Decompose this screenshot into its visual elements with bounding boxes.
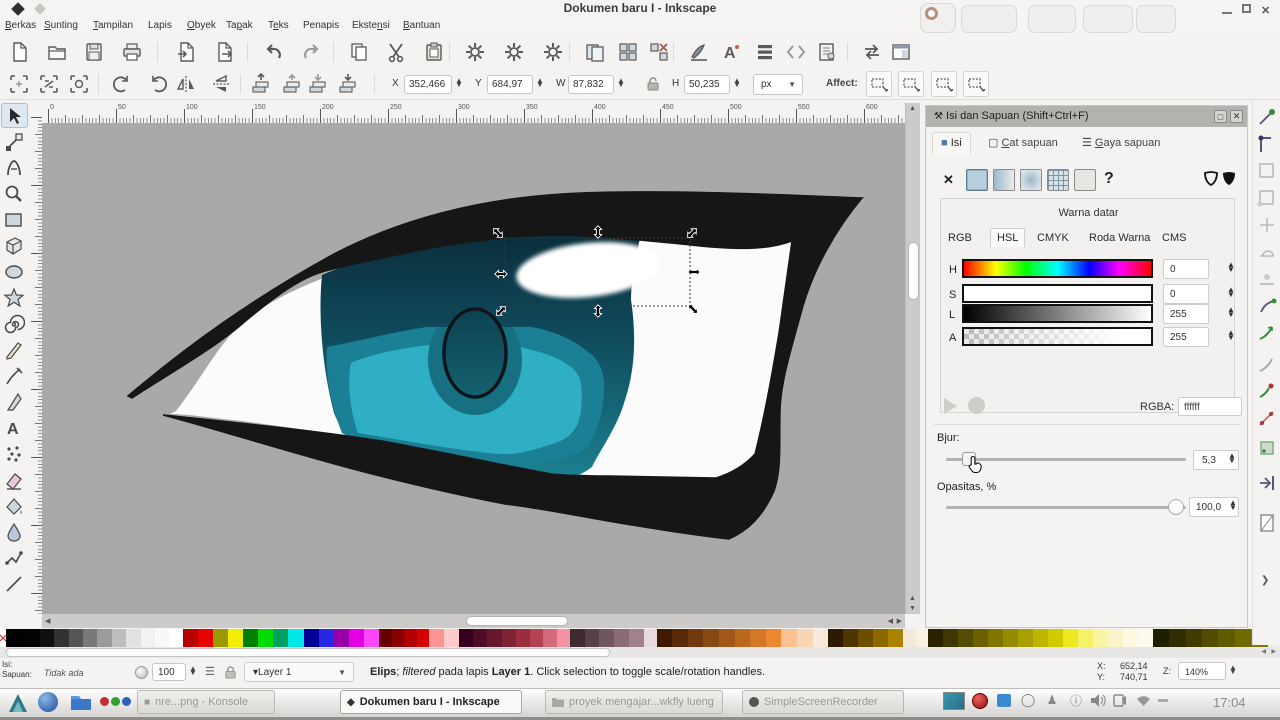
svg-text:A: A bbox=[7, 421, 19, 438]
svg-text:A: A bbox=[724, 45, 736, 62]
